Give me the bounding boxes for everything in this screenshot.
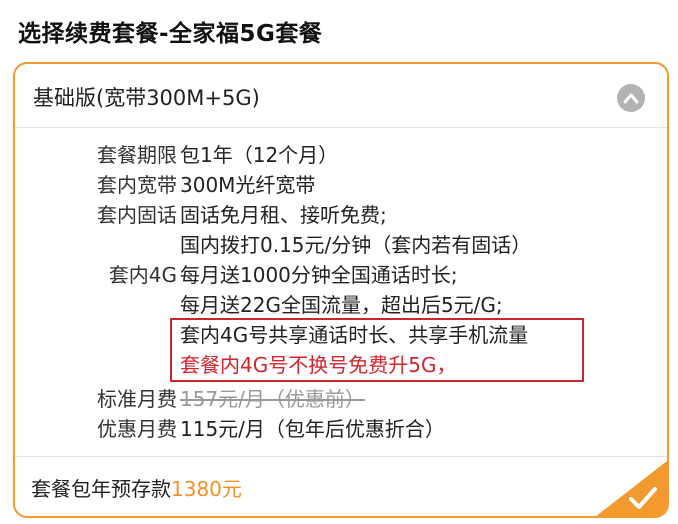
standard-fee-value: 157元/月（优惠前） — [180, 387, 365, 411]
selected-check-badge — [596, 461, 667, 516]
plan-card-header[interactable]: 基础版(宽带300M+5G) — [15, 64, 667, 128]
plan-row-landline: 套内固话 固话免月租、接听免费; — [15, 200, 667, 230]
mobile-value-3: 套内4G号共享通话时长、共享手机流量 — [180, 323, 529, 347]
page-title: 选择续费套餐-全家福5G套餐 — [18, 21, 323, 47]
plan-row-mobile-cont-2: 套内4G号共享通话时长、共享手机流量 — [15, 320, 667, 350]
plan-row-broadband: 套内宽带 300M光纤宽带 — [15, 170, 667, 200]
prepay-text: 套餐包年预存款1380元 — [31, 473, 242, 502]
plan-row-mobile-cont-1: 每月送22G全国流量，超出后5元/G; — [15, 290, 667, 320]
landline-label: 套内固话 — [97, 203, 177, 227]
discount-fee-label: 优惠月费 — [97, 417, 177, 441]
plan-card-footer: 套餐包年预存款1380元 — [15, 456, 667, 516]
chevron-up-icon — [623, 93, 639, 104]
plan-row-mobile: 套内4G 每月送1000分钟全国通话时长; — [15, 260, 667, 290]
discount-fee-value: 115元/月（包年后优惠折合） — [180, 417, 445, 441]
plan-card[interactable]: 基础版(宽带300M+5G) 套餐期限 包1年（12个月） 套内宽带 300M光… — [13, 62, 669, 518]
mobile-value-4: 套餐内4G号不换号免费升5G， — [180, 353, 457, 377]
plan-row-discount-fee: 优惠月费 115元/月（包年后优惠折合） — [15, 414, 667, 444]
prepay-label: 套餐包年预存款 — [31, 477, 171, 501]
broadband-value: 300M光纤宽带 — [180, 173, 316, 197]
landline-value-1: 固话免月租、接听免费; — [180, 203, 387, 227]
plan-name: 基础版(宽带300M+5G) — [33, 86, 260, 110]
plan-row-standard-fee: 标准月费 157元/月（优惠前） — [15, 384, 667, 414]
mobile-value-2: 每月送22G全国流量，超出后5元/G; — [180, 293, 503, 317]
prepay-amount: 1380元 — [171, 477, 242, 501]
mobile-label: 套内4G — [108, 263, 177, 287]
mobile-value-1: 每月送1000分钟全国通话时长; — [180, 263, 458, 287]
collapse-button[interactable] — [617, 84, 645, 112]
plan-row-landline-cont: 国内拨打0.15元/分钟（套内若有固话） — [15, 230, 667, 260]
landline-value-2: 国内拨打0.15元/分钟（套内若有固话） — [180, 233, 532, 257]
period-label: 套餐期限 — [97, 143, 177, 167]
period-value: 包1年（12个月） — [180, 143, 339, 167]
standard-fee-label: 标准月费 — [97, 387, 177, 411]
broadband-label: 套内宽带 — [97, 173, 177, 197]
plan-row-period: 套餐期限 包1年（12个月） — [15, 140, 667, 170]
plan-row-mobile-cont-3: 套餐内4G号不换号免费升5G， — [15, 350, 667, 380]
